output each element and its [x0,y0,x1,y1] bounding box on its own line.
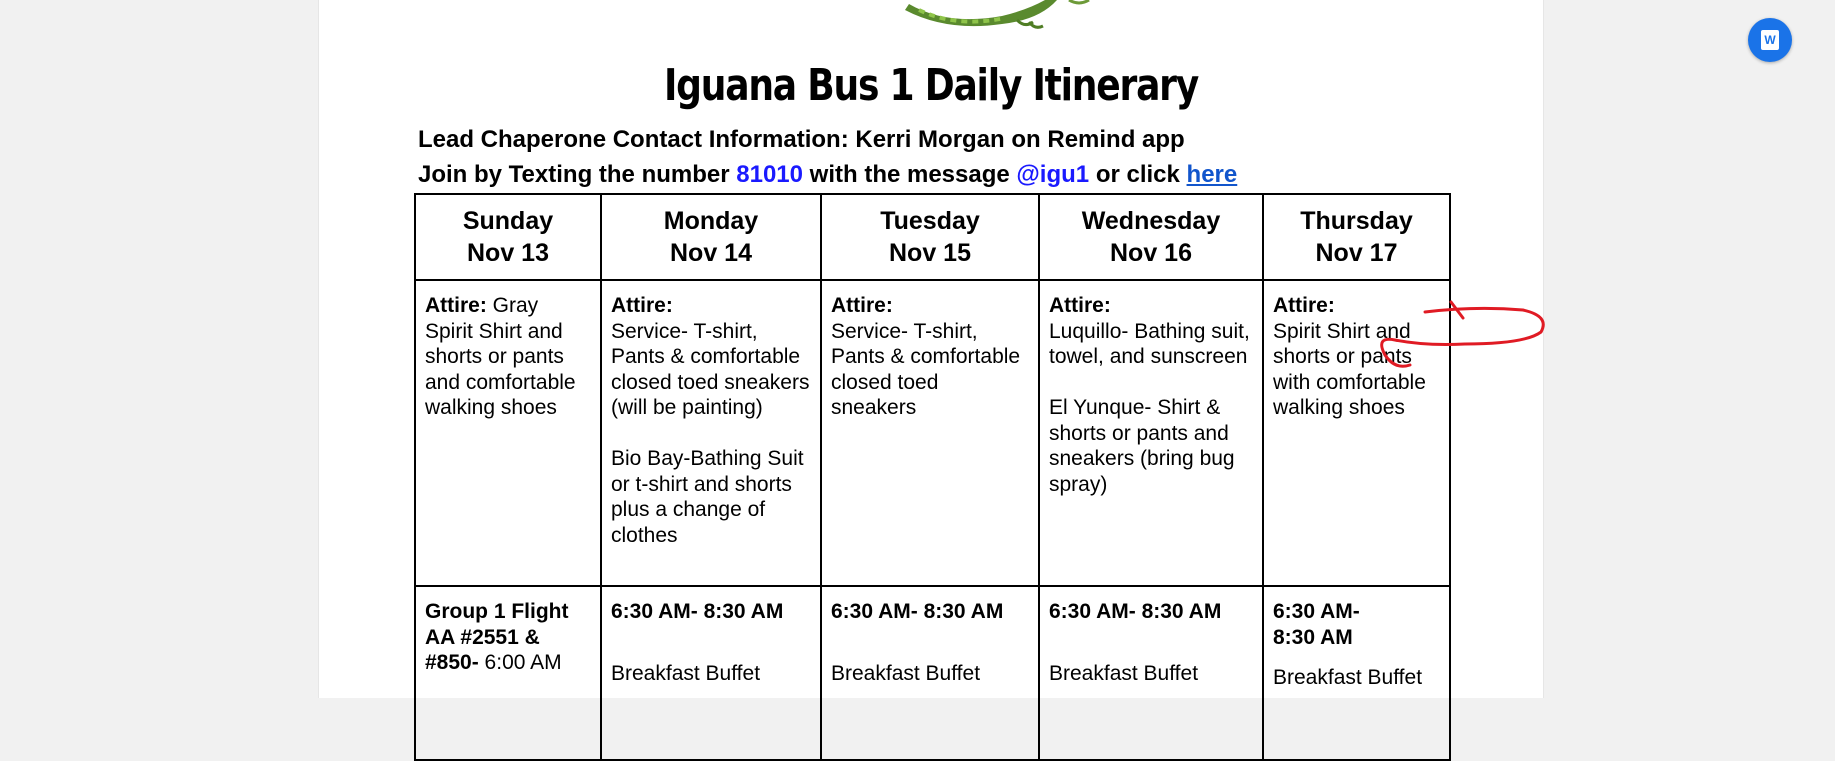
attire-row: Attire: Gray Spirit Shirt and shorts or … [414,279,1451,587]
page-title: Iguana Bus 1 Daily Itinerary [663,60,1199,111]
join-prefix: Join by Texting the number [418,161,737,188]
attire-cell-wednesday: Attire: Luquillo- Bathing suit, towel, an… [1038,279,1264,587]
open-in-word-button[interactable]: W [1748,18,1792,62]
schedule-cell-tuesday: 6:30 AM- 8:30 AM Breakfast Buffet [820,585,1040,761]
text-message: @igu1 [1016,161,1090,188]
day-header-monday: Monday Nov 14 [600,193,822,281]
schedule-cell-wednesday: 6:30 AM- 8:30 AM Breakfast Buffet [1038,585,1264,761]
attire-cell-sunday: Attire: Gray Spirit Shirt and shorts or … [414,279,602,587]
document-page: Iguana Bus 1 Daily Itinerary Lead Chaper… [318,0,1545,761]
day-header-sunday: Sunday Nov 13 [414,193,602,281]
join-suffix: or click [1089,161,1187,188]
schedule-row: Group 1 Flight AA #2551 & #850- 6:00 AM … [414,585,1451,761]
contact-info: Lead Chaperone Contact Information: Kerr… [418,126,1185,153]
day-header-tuesday: Tuesday Nov 15 [820,193,1040,281]
join-instructions: Join by Texting the number 81010 with th… [418,161,1237,189]
schedule-cell-sunday: Group 1 Flight AA #2551 & #850- 6:00 AM [414,585,602,761]
schedule-cell-thursday: 6:30 AM- 8:30 AM Breakfast Buffet [1262,585,1451,761]
day-header-thursday: Thursday Nov 17 [1262,193,1451,281]
text-number: 81010 [736,161,803,188]
here-link[interactable]: here [1187,161,1238,188]
day-header-wednesday: Wednesday Nov 16 [1038,193,1264,281]
attire-cell-thursday: Attire: Spirit Shirt and shorts or pants … [1262,279,1451,587]
word-icon: W [1756,25,1779,50]
join-middle: with the message [803,161,1017,188]
header-row: Sunday Nov 13 Monday Nov 14 Tuesday Nov 15 … [414,193,1451,281]
iguana-logo-image [905,0,1090,29]
itinerary-table: Sunday Nov 13 Monday Nov 14 Tuesday Nov 15 … [414,193,1451,761]
schedule-cell-monday: 6:30 AM- 8:30 AM Breakfast Buffet [600,585,822,761]
attire-cell-tuesday: Attire: Service- T-shirt, Pants & comfort… [820,279,1040,587]
attire-cell-monday: Attire: Service- T-shirt, Pants & comfort… [600,279,822,587]
